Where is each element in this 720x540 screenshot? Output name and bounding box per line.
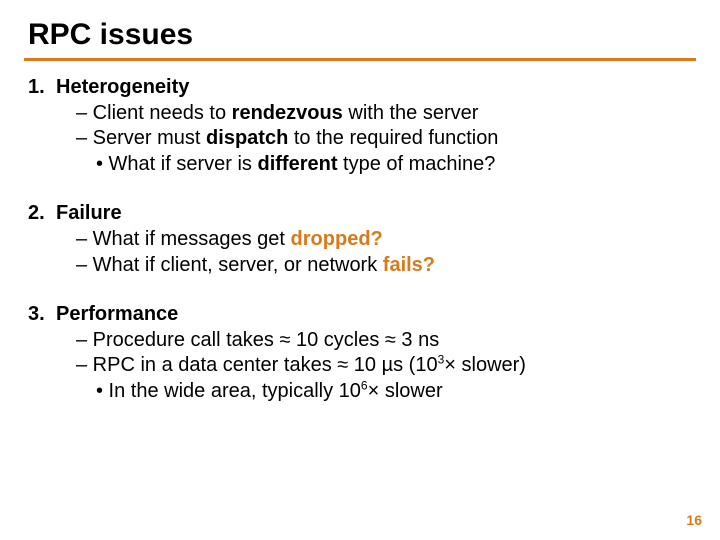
line-highlight: fails? [383,254,435,276]
line-text: – RPC in a data center takes ≈ 10 µs (10 [76,354,438,376]
title-rule [24,58,696,61]
page-number: 16 [686,512,702,528]
item-line: – Client needs to rendezvous with the se… [56,101,676,127]
line-text: – What if messages get [76,228,291,250]
line-text: – Procedure call takes ≈ 10 cycles ≈ 3 n… [76,329,439,351]
line-text: • In the wide area, typically 10 [96,380,361,402]
line-bold: dispatch [206,127,288,149]
item-line: • In the wide area, typically 106× slowe… [56,379,676,405]
list-item: 2.Failure– What if messages get dropped?… [24,201,696,278]
item-number: 1. [24,75,56,101]
line-text: – What if client, server, or network [76,254,383,276]
item-heading: Failure [56,201,676,227]
slide-title: RPC issues [24,18,696,52]
line-text: – Client needs to [76,102,232,124]
item-number: 3. [24,302,56,328]
line-text: to the required function [288,127,498,149]
line-text: × slower [368,380,443,402]
line-text: – Server must [76,127,206,149]
item-body: Heterogeneity– Client needs to rendezvou… [56,75,676,177]
item-line: • What if server is different type of ma… [56,152,676,178]
item-body: Performance– Procedure call takes ≈ 10 c… [56,302,676,404]
line-text: type of machine? [337,153,495,175]
slide-body: 1.Heterogeneity– Client needs to rendezv… [24,75,696,405]
item-heading: Heterogeneity [56,75,676,101]
line-bold: different [257,153,337,175]
line-highlight: dropped? [291,228,383,250]
item-number: 2. [24,201,56,227]
item-body: Failure– What if messages get dropped?– … [56,201,676,278]
item-line: – What if messages get dropped? [56,227,676,253]
line-text: with the server [343,102,479,124]
list-item: 1.Heterogeneity– Client needs to rendezv… [24,75,696,177]
line-bold: rendezvous [232,102,343,124]
line-superscript: 6 [361,378,368,392]
line-text: × slower) [444,354,526,376]
item-line: – Server must dispatch to the required f… [56,126,676,152]
item-line: – What if client, server, or network fai… [56,253,676,279]
list-item: 3.Performance– Procedure call takes ≈ 10… [24,302,696,404]
item-line: – Procedure call takes ≈ 10 cycles ≈ 3 n… [56,328,676,354]
line-text: • What if server is [96,153,257,175]
item-heading: Performance [56,302,676,328]
item-line: – RPC in a data center takes ≈ 10 µs (10… [56,353,676,379]
